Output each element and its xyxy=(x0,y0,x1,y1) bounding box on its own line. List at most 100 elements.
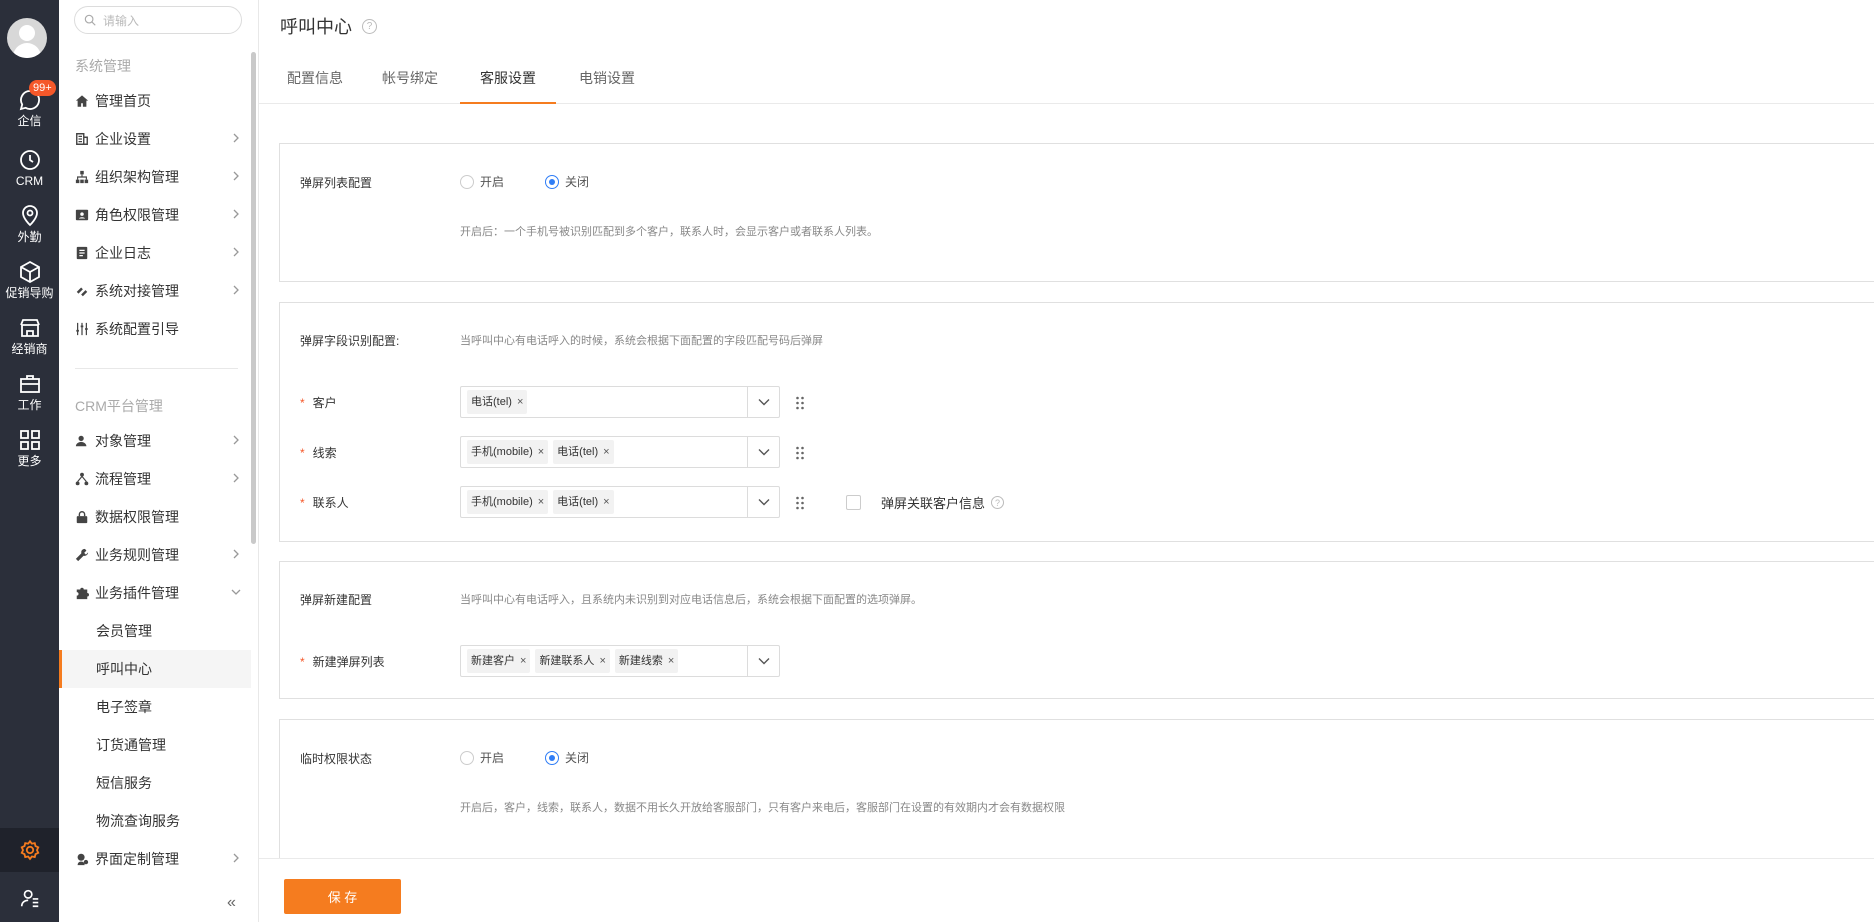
sidebar-item-label: 企业设置 xyxy=(95,131,151,147)
rail-item-more[interactable]: 更多 xyxy=(0,426,59,478)
building-icon xyxy=(75,132,89,146)
sidebar-item-integration[interactable]: 系统对接管理 xyxy=(59,272,249,310)
field-tag: 手机(mobile) × xyxy=(467,490,549,514)
tab-service-settings[interactable]: 客服设置 xyxy=(460,68,556,104)
sidebar-subitem-callcenter[interactable]: 呼叫中心 xyxy=(59,650,251,688)
org-chart-icon xyxy=(75,170,89,184)
rail-user-settings[interactable] xyxy=(0,876,59,920)
page-title-row: 呼叫中心 ? xyxy=(280,13,377,39)
sidebar-item-process[interactable]: 流程管理 xyxy=(59,460,249,498)
temp-permission-card: 临时权限状态 开启 关闭 开启后，客户，线索，联系人，数据不用长久开放给客服部门… xyxy=(279,719,1874,879)
tab-account-binding[interactable]: 帐号绑定 xyxy=(375,68,445,104)
option-tag: 新建客户 × xyxy=(467,649,531,673)
sidebar-item-objects[interactable]: 对象管理 xyxy=(59,422,249,460)
sidebar-item-ui-custom[interactable]: 界面定制管理 xyxy=(59,840,249,878)
field-recognition-hint: 当呼叫中心有电话呼入的时候，系统会根据下面配置的字段匹配号码后弹屏 xyxy=(460,335,823,347)
chevron-down-icon[interactable] xyxy=(747,437,779,467)
document-icon xyxy=(75,246,89,260)
tag-close-icon[interactable]: × xyxy=(538,496,544,508)
popup-list-open-radio[interactable]: 开启 xyxy=(460,173,504,190)
radio-circle xyxy=(460,174,474,189)
sidebar-item-org[interactable]: 组织架构管理 xyxy=(59,158,249,196)
temp-permission-hint: 开启后，客户，线索，联系人，数据不用长久开放给客服部门，只有客户来电后，客服部门… xyxy=(460,802,1065,814)
drag-handle-icon[interactable] xyxy=(795,446,805,460)
sidebar-item-home[interactable]: 管理首页 xyxy=(59,82,249,120)
sliders-icon xyxy=(75,322,89,336)
help-icon[interactable]: ? xyxy=(991,496,1005,509)
rail-item-promotion[interactable]: 促销导购 xyxy=(0,258,59,310)
drag-handle-icon[interactable] xyxy=(795,496,805,510)
temp-permission-close-radio[interactable]: 关闭 xyxy=(545,749,589,766)
sidebar-scrollbar[interactable] xyxy=(251,52,256,544)
tag-close-icon[interactable]: × xyxy=(668,655,674,667)
chevron-down-icon[interactable] xyxy=(747,487,779,517)
sidebar-subitem-esign[interactable]: 电子签章 xyxy=(59,688,251,726)
sidebar-item-label: 系统配置引导 xyxy=(95,321,179,337)
rail-label: 工作 xyxy=(17,398,42,412)
sidebar-item-config-guide[interactable]: 系统配置引导 xyxy=(59,310,249,348)
sidebar-subitem-member[interactable]: 会员管理 xyxy=(59,612,251,650)
field-recognition-card: 弹屏字段识别配置: 当呼叫中心有电话呼入的时候，系统会根据下面配置的字段匹配号码… xyxy=(279,302,1874,542)
rail-settings[interactable] xyxy=(0,828,59,872)
sidebar-item-label: 系统对接管理 xyxy=(95,283,179,299)
chevron-down-icon[interactable] xyxy=(747,646,779,676)
wrench-icon xyxy=(75,548,89,562)
field-tag: 电话(tel) × xyxy=(553,490,614,514)
rail-label: 更多 xyxy=(17,454,42,468)
tag-close-icon[interactable]: × xyxy=(517,396,523,408)
tab-telesales-settings[interactable]: 电销设置 xyxy=(564,68,650,104)
sidebar-item-enterprise[interactable]: 企业设置 xyxy=(59,120,249,158)
link-icon xyxy=(75,284,89,298)
save-button[interactable]: 保 存 xyxy=(284,879,401,914)
sidebar-item-label: 流程管理 xyxy=(95,471,151,487)
sidebar-item-rules[interactable]: 业务规则管理 xyxy=(59,536,249,574)
popup-create-hint: 当呼叫中心有电话呼入，且系统内未识别到对应电话信息后，系统会根据下面配置的选项弹… xyxy=(460,594,922,606)
popup-list-config-card: 弹屏列表配置 开启 关闭 开启后：一个手机号被识别匹配到多个客户，联系人时，会显… xyxy=(279,143,1874,282)
tag-close-icon[interactable]: × xyxy=(520,655,526,667)
sidebar-subitem-logistics[interactable]: 物流查询服务 xyxy=(59,802,251,840)
radio-circle-selected xyxy=(545,750,559,765)
tag-close-icon[interactable]: × xyxy=(603,446,609,458)
sidebar-subitem-ordering[interactable]: 订货通管理 xyxy=(59,726,251,764)
tag-close-icon[interactable]: × xyxy=(603,496,609,508)
sidebar-subitem-sms[interactable]: 短信服务 xyxy=(59,764,251,802)
chevron-right-icon xyxy=(233,171,239,181)
rail-label: CRM xyxy=(15,174,44,188)
tab-bar: 配置信息 帐号绑定 客服设置 电销设置 xyxy=(259,62,1874,104)
tab-config-info[interactable]: 配置信息 xyxy=(280,68,350,104)
rail-item-work[interactable]: 工作 xyxy=(0,370,59,422)
rail-label: 外勤 xyxy=(17,230,42,244)
rail-item-chat[interactable]: 99+ 企信 xyxy=(0,80,59,138)
row-label-new-popup-list: * 新建弹屏列表 xyxy=(300,655,385,669)
new-popup-list-select[interactable]: 新建客户 × 新建联系人 × 新建线索 × xyxy=(460,645,780,677)
flow-icon xyxy=(75,472,89,486)
rail-item-crm[interactable]: CRM xyxy=(0,146,59,198)
search-input[interactable]: 请输入 xyxy=(74,6,242,34)
sidebar-item-label: 数据权限管理 xyxy=(95,509,179,525)
user-avatar[interactable] xyxy=(7,18,47,58)
tag-close-icon[interactable]: × xyxy=(599,655,605,667)
checkbox-label: 弹屏关联客户信息 xyxy=(881,496,986,511)
sidebar-item-logs[interactable]: 企业日志 xyxy=(59,234,249,272)
sidebar-item-plugins[interactable]: 业务插件管理 xyxy=(59,574,249,612)
sidebar-item-roles[interactable]: 角色权限管理 xyxy=(59,196,249,234)
app-rail: 99+ 企信 CRM 外勤 促销导购 经销商 工作 更多 xyxy=(0,0,59,922)
sidebar-item-data-permission[interactable]: 数据权限管理 xyxy=(59,498,249,536)
lead-fields-select[interactable]: 手机(mobile) × 电话(tel) × xyxy=(460,436,780,468)
contact-fields-select[interactable]: 手机(mobile) × 电话(tel) × xyxy=(460,486,780,518)
help-icon[interactable]: ? xyxy=(362,18,377,34)
gear-icon xyxy=(20,839,39,861)
customer-fields-select[interactable]: 电话(tel) × xyxy=(460,386,780,418)
checkbox-box[interactable] xyxy=(846,495,861,510)
field-tag: 电话(tel) × xyxy=(467,390,528,414)
collapse-sidebar-button[interactable]: « xyxy=(227,894,236,912)
drag-handle-icon[interactable] xyxy=(795,396,805,410)
tag-close-icon[interactable]: × xyxy=(538,446,544,458)
popup-list-close-radio[interactable]: 关闭 xyxy=(545,173,589,190)
chevron-right-icon xyxy=(233,473,239,483)
rail-item-field[interactable]: 外勤 xyxy=(0,202,59,254)
popup-link-customer-checkbox[interactable]: 弹屏关联客户信息 ? xyxy=(846,493,1005,512)
rail-item-dealer[interactable]: 经销商 xyxy=(0,314,59,366)
temp-permission-open-radio[interactable]: 开启 xyxy=(460,749,504,766)
chevron-down-icon[interactable] xyxy=(747,387,779,417)
